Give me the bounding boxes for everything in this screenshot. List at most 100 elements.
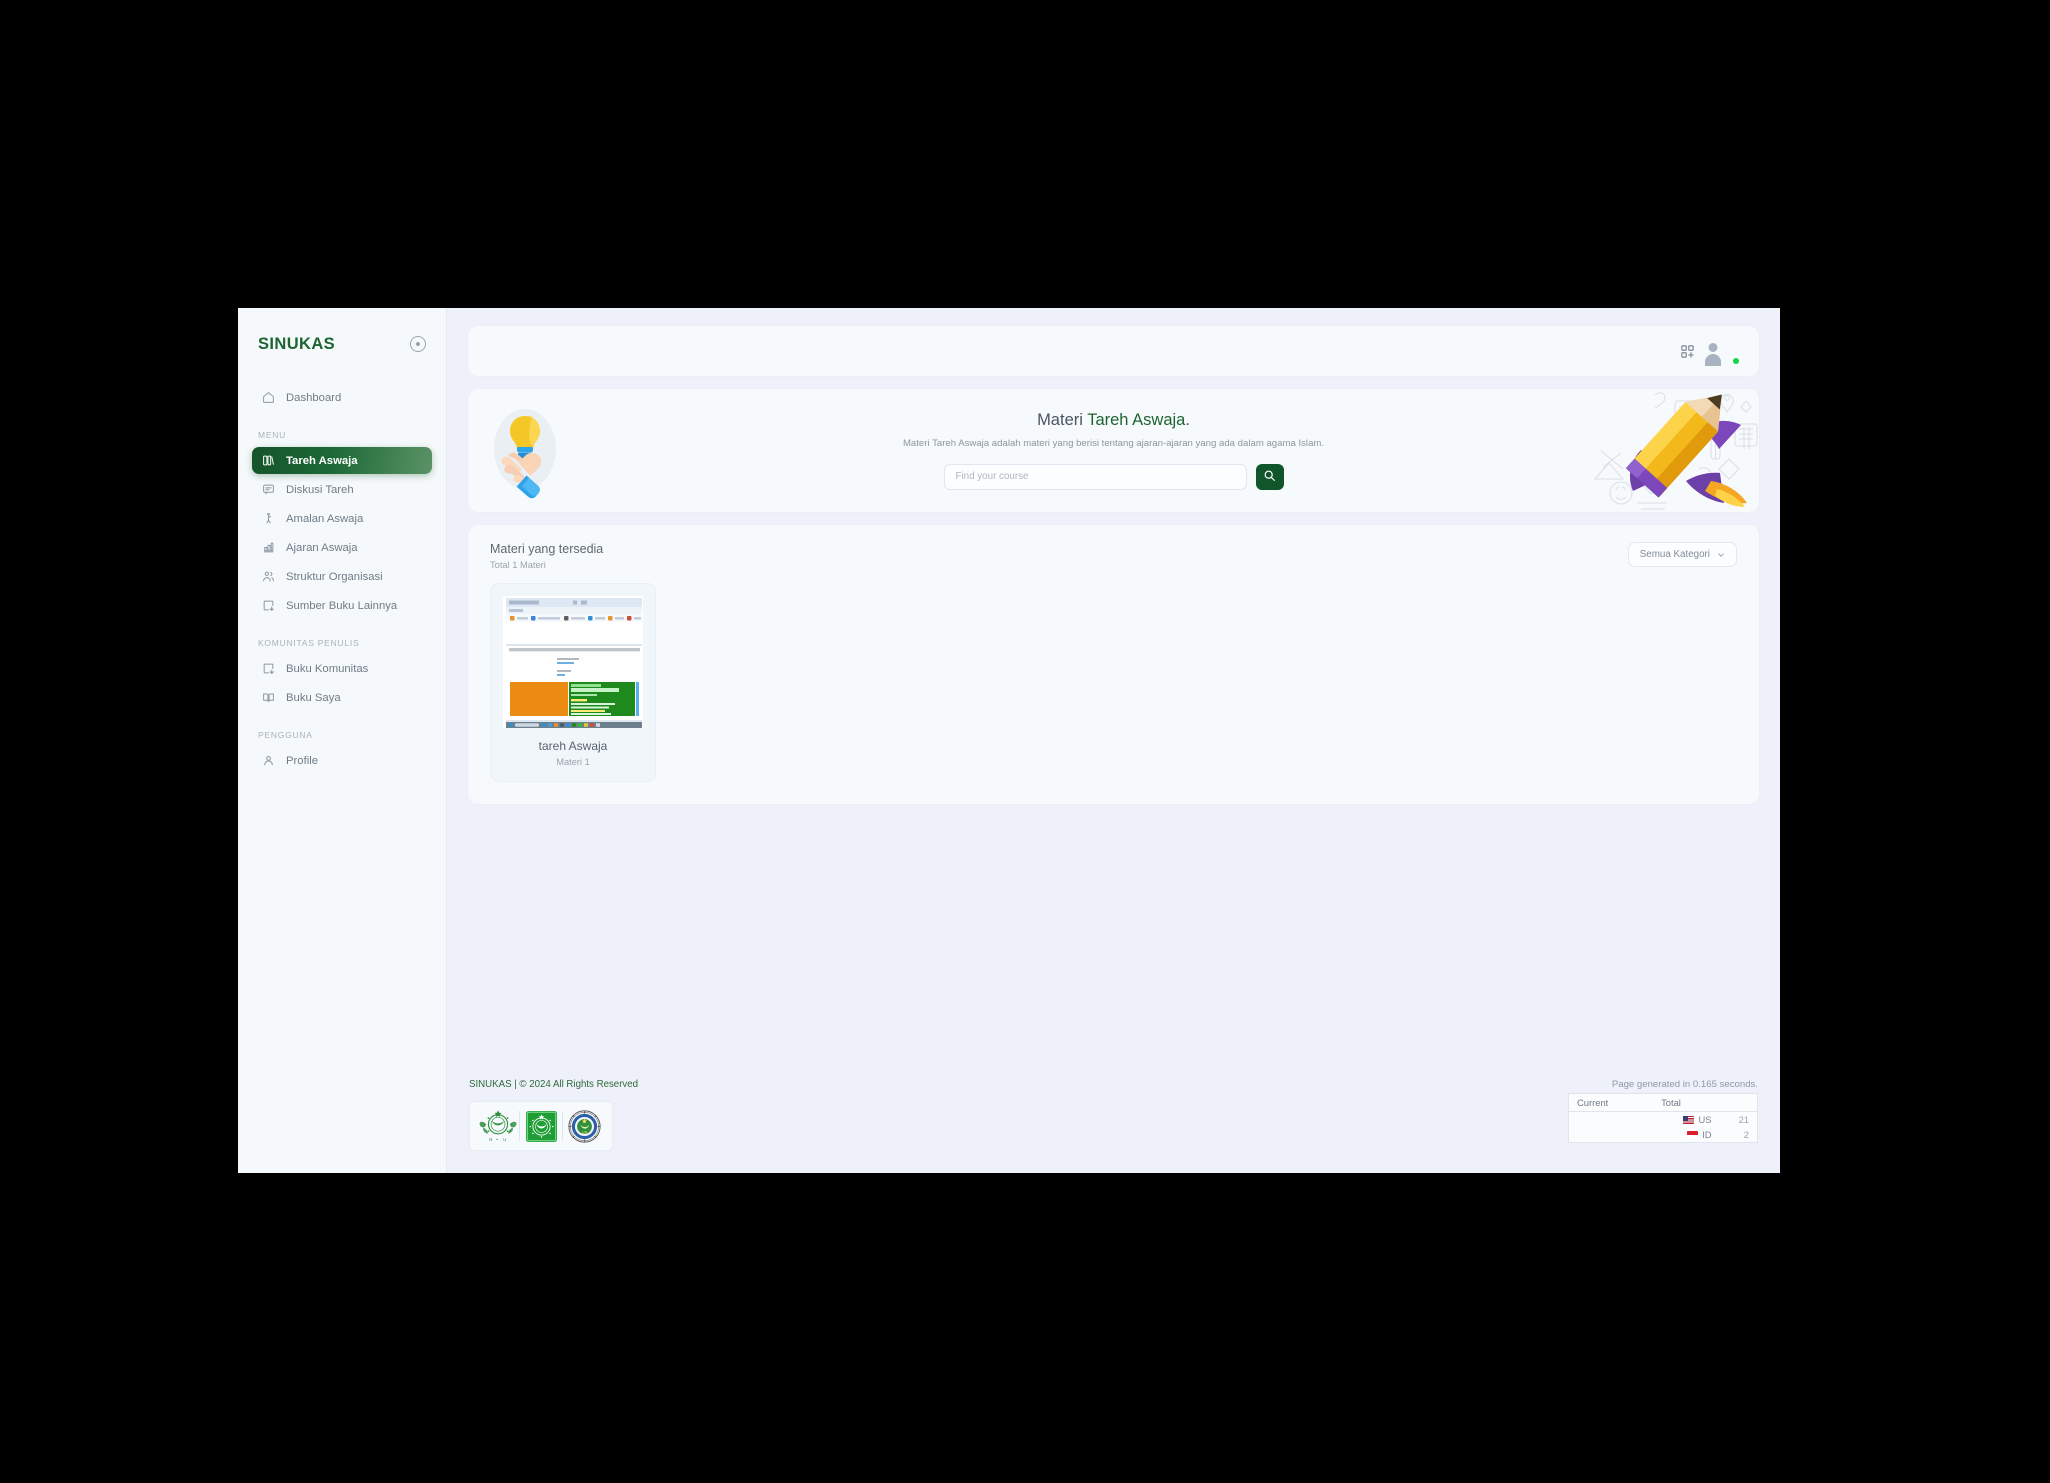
category-filter-label: Semua Kategori bbox=[1639, 549, 1710, 560]
sidebar-section-komunitas-label: KOMUNITAS PENULIS bbox=[258, 638, 360, 648]
users-icon bbox=[261, 569, 276, 584]
search-button[interactable] bbox=[1255, 463, 1284, 490]
country-code: ID bbox=[1702, 1129, 1712, 1140]
search-icon bbox=[1263, 469, 1276, 485]
pencil-rocket-icon bbox=[1591, 389, 1759, 512]
sidebar-item-buku-komunitas[interactable]: Buku Komunitas bbox=[252, 655, 432, 682]
open-book-icon bbox=[261, 690, 276, 705]
country-code: US bbox=[1698, 1114, 1712, 1125]
user-icon bbox=[261, 753, 276, 768]
col-total: Total bbox=[1647, 1093, 1720, 1112]
materials-panel: Materi yang tersedia Total 1 Materi Semu… bbox=[467, 524, 1760, 805]
sidebar-item-label: Diskusi Tareh bbox=[286, 483, 354, 496]
brand-logo-text: SINUKAS bbox=[258, 334, 336, 353]
sidebar-item-sumber-buku-lainnya[interactable]: Sumber Buku Lainnya bbox=[252, 592, 432, 619]
panel-titles: Materi yang tersedia Total 1 Materi bbox=[490, 542, 603, 570]
visitor-stats-table: Current Total US 21 ID 2 bbox=[1568, 1093, 1758, 1143]
sidebar-item-label: Amalan Aswaja bbox=[286, 512, 364, 525]
praying-icon bbox=[261, 511, 276, 526]
sidebar-item-amalan-aswaja[interactable]: Amalan Aswaja bbox=[252, 505, 432, 532]
search-input[interactable] bbox=[943, 463, 1247, 490]
category-filter-dropdown[interactable]: Semua Kategori bbox=[1627, 542, 1737, 567]
us-flag-icon bbox=[1683, 1116, 1695, 1124]
sidebar-item-label: Profile bbox=[286, 754, 319, 767]
hero-title-period: . bbox=[1185, 411, 1190, 430]
col-current: Current bbox=[1568, 1093, 1648, 1112]
university-seal-logo: UA bbox=[563, 1107, 605, 1145]
table-row: US 21 bbox=[1569, 1112, 1758, 1128]
svg-text:U: U bbox=[503, 1137, 506, 1142]
green-badge-logo bbox=[520, 1107, 562, 1145]
hero-title-plain: Materi bbox=[1037, 411, 1088, 430]
sidebar-brand-row: SINUKAS bbox=[252, 308, 432, 360]
app-window: SINUKAS Dashboard MENU Tareh Aswaja Disk… bbox=[238, 308, 1780, 1173]
page-generation-time: Page generated in 0.165 seconds. bbox=[1611, 1079, 1758, 1090]
sidebar-item-buku-saya[interactable]: Buku Saya bbox=[252, 684, 432, 711]
svg-text:UA: UA bbox=[581, 1129, 587, 1134]
sidebar-item-diskusi-tareh[interactable]: Diskusi Tareh bbox=[252, 476, 432, 503]
sidebar-item-ajaran-aswaja[interactable]: Ajaran Aswaja bbox=[252, 534, 432, 561]
svg-text:•: • bbox=[496, 1137, 498, 1142]
sidebar-section-pengguna-label: PENGGUNA bbox=[258, 730, 313, 740]
sidebar-item-tareh-aswaja[interactable]: Tareh Aswaja bbox=[252, 447, 432, 474]
id-flag-icon bbox=[1687, 1131, 1699, 1139]
panel-title: Materi yang tersedia bbox=[490, 542, 604, 556]
course-subtitle: Materi 1 bbox=[556, 757, 590, 767]
cell-blank bbox=[1569, 1112, 1648, 1128]
sidebar-item-dashboard[interactable]: Dashboard bbox=[252, 384, 432, 411]
hero-subtitle: Materi Tareh Aswaja adalah materi yang b… bbox=[902, 438, 1325, 450]
home-icon bbox=[261, 390, 276, 405]
main-content: Materi Tareh Aswaja. Materi Tareh Aswaja… bbox=[447, 308, 1780, 1173]
footer-left: SINUKAS | © 2024 All Rights Reserved N •… bbox=[469, 1079, 638, 1151]
chart-icon bbox=[261, 540, 276, 555]
nu-logo: N • U bbox=[477, 1107, 519, 1145]
sidebar: SINUKAS Dashboard MENU Tareh Aswaja Disk… bbox=[238, 308, 447, 1173]
hero-center-block: Materi Tareh Aswaja. Materi Tareh Aswaja… bbox=[874, 411, 1354, 490]
status-badge bbox=[1732, 357, 1740, 365]
table-row: ID 2 bbox=[1569, 1127, 1758, 1143]
table-header-row: Current Total bbox=[1568, 1093, 1758, 1112]
page-title: Materi Tareh Aswaja. bbox=[874, 411, 1354, 430]
download-box-icon bbox=[261, 598, 276, 613]
avatar[interactable] bbox=[1713, 338, 1740, 365]
download-box-icon bbox=[261, 661, 276, 676]
books-icon bbox=[261, 453, 276, 468]
sidebar-item-label: Ajaran Aswaja bbox=[286, 541, 358, 554]
sidebar-item-label: Tareh Aswaja bbox=[286, 454, 358, 467]
hand-holding-lightbulb-icon bbox=[486, 399, 564, 503]
sidebar-item-label: Dashboard bbox=[286, 391, 342, 404]
svg-text:N: N bbox=[489, 1137, 492, 1142]
circle-dot-icon[interactable] bbox=[410, 336, 426, 352]
course-thumbnail bbox=[503, 596, 643, 728]
list-item[interactable]: tareh Aswaja Materi 1 bbox=[490, 583, 656, 782]
course-title: tareh Aswaja bbox=[538, 739, 608, 753]
sidebar-section-menu-label: MENU bbox=[258, 430, 287, 440]
sidebar-item-struktur-organisasi[interactable]: Struktur Organisasi bbox=[252, 563, 432, 590]
footer: SINUKAS | © 2024 All Rights Reserved N •… bbox=[467, 1079, 1760, 1173]
hero-title-accent: Tareh Aswaja bbox=[1087, 411, 1186, 430]
course-card-grid: tareh Aswaja Materi 1 bbox=[490, 583, 1737, 782]
panel-header: Materi yang tersedia Total 1 Materi Semu… bbox=[490, 542, 1737, 570]
top-bar bbox=[467, 325, 1760, 377]
sidebar-item-label: Buku Saya bbox=[286, 691, 341, 704]
cell-count: 2 bbox=[1743, 1129, 1749, 1140]
sidebar-item-label: Buku Komunitas bbox=[286, 662, 369, 675]
cell-country: US bbox=[1647, 1112, 1719, 1128]
partner-logos: N • U UA bbox=[469, 1101, 613, 1151]
chevron-down-icon bbox=[1717, 551, 1725, 559]
panel-subtitle: Total 1 Materi bbox=[490, 560, 546, 570]
grid-plus-icon[interactable] bbox=[1674, 338, 1700, 364]
col-blank bbox=[1719, 1093, 1758, 1112]
hero-search-row bbox=[874, 463, 1354, 490]
hero-banner: Materi Tareh Aswaja. Materi Tareh Aswaja… bbox=[467, 388, 1760, 513]
sidebar-item-label: Sumber Buku Lainnya bbox=[286, 599, 398, 612]
sidebar-item-profile[interactable]: Profile bbox=[252, 747, 432, 774]
message-icon bbox=[261, 482, 276, 497]
footer-right: Page generated in 0.165 seconds. Current… bbox=[1568, 1079, 1758, 1143]
cell-blank bbox=[1569, 1127, 1648, 1143]
cell-count: 21 bbox=[1738, 1114, 1749, 1125]
cell-country: ID bbox=[1647, 1127, 1719, 1143]
copyright-text: SINUKAS | © 2024 All Rights Reserved bbox=[469, 1079, 639, 1090]
